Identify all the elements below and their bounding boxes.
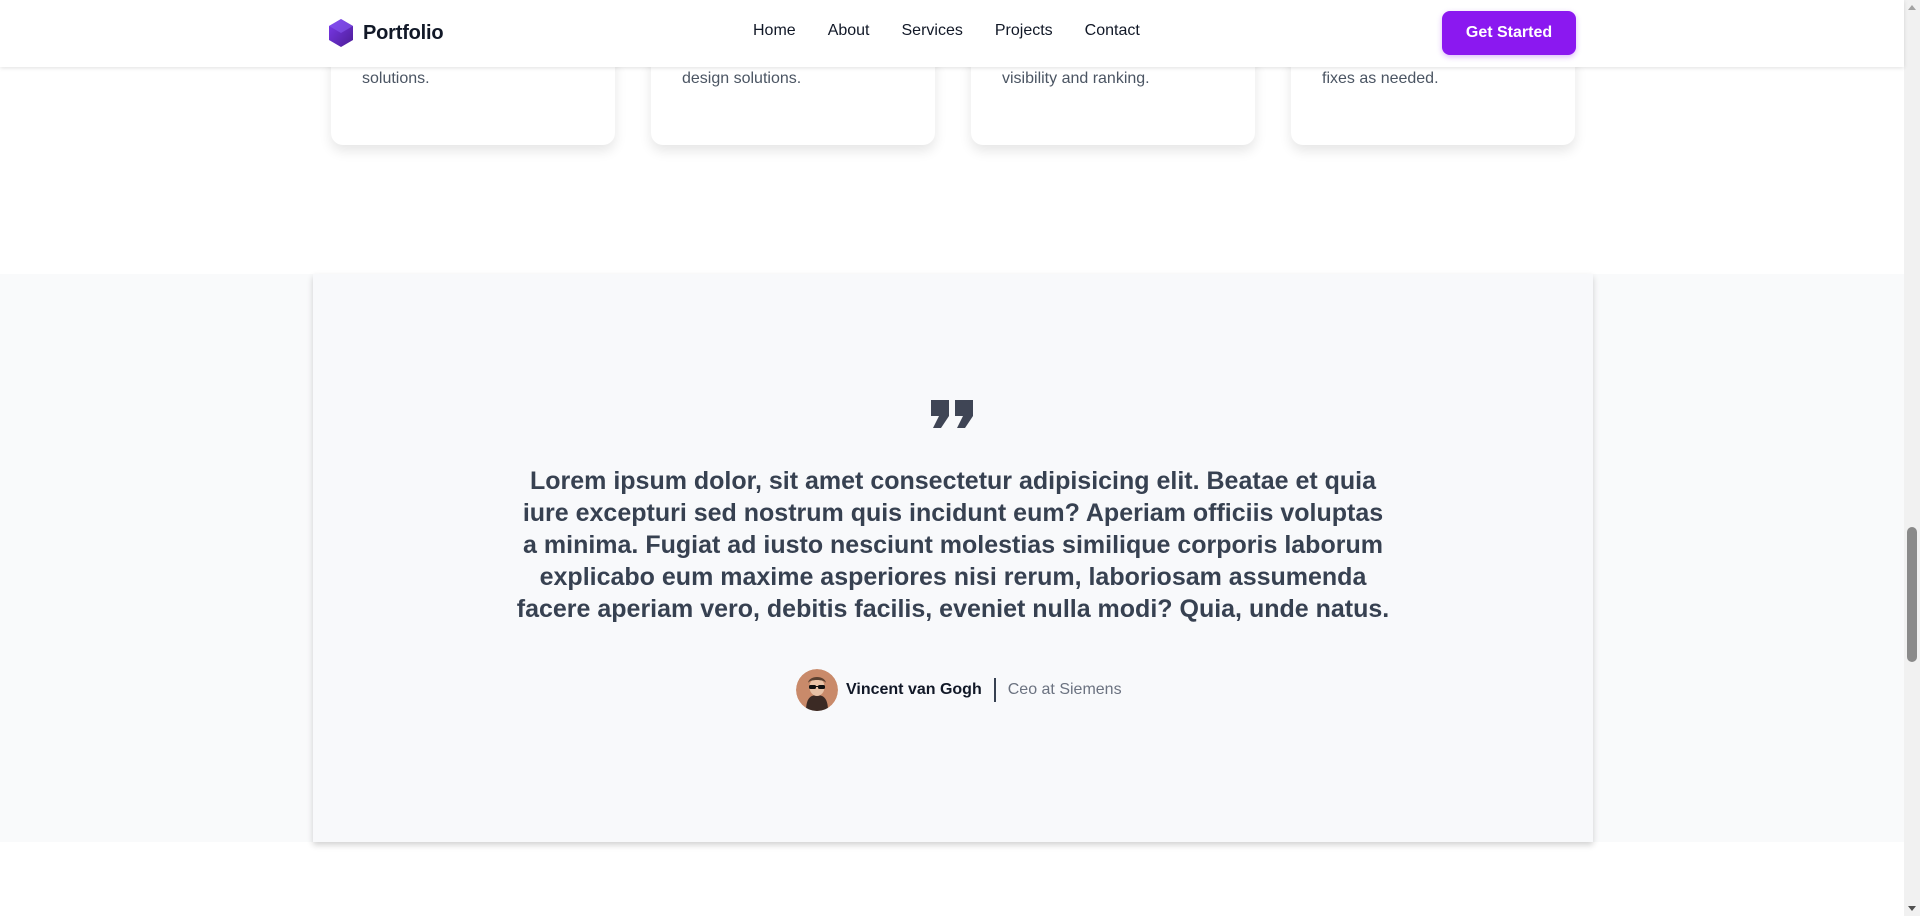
- scroll-down-arrow-icon[interactable]: [1908, 906, 1916, 911]
- quote-icon: [931, 400, 973, 428]
- service-card-text: visibility and ranking.: [1002, 70, 1150, 87]
- navbar: Portfolio Home About Services Projects C…: [0, 0, 1904, 67]
- nav-item-home: Home: [753, 22, 796, 40]
- avatar-icon: [796, 669, 838, 711]
- nav-link-home[interactable]: Home: [753, 22, 796, 39]
- nav-item-projects: Projects: [995, 22, 1053, 40]
- brand-name: Portfolio: [363, 21, 444, 44]
- nav-links: Home About Services Projects Contact: [753, 22, 1140, 40]
- nav-link-projects[interactable]: Projects: [995, 22, 1053, 39]
- service-card-text: fixes as needed.: [1322, 70, 1439, 87]
- scrollbar-thumb[interactable]: [1907, 527, 1917, 662]
- get-started-button[interactable]: Get Started: [1442, 11, 1576, 55]
- testimonial-author: Vincent van Gogh Ceo at Siemens: [796, 669, 1122, 711]
- testimonial-quote: Lorem ipsum dolor, sit amet consectetur …: [516, 467, 1390, 623]
- page-scrollbar[interactable]: [1904, 0, 1920, 916]
- service-card-text: design solutions.: [682, 70, 802, 87]
- author-divider: [993, 678, 996, 702]
- hexagon-logo-icon: [329, 19, 353, 47]
- author-role: Ceo at Siemens: [1007, 681, 1122, 698]
- nav-link-services[interactable]: Services: [902, 22, 963, 39]
- nav-item-services: Services: [902, 22, 963, 40]
- scroll-up-arrow-icon[interactable]: [1908, 5, 1916, 10]
- brand-link[interactable]: Portfolio: [328, 18, 444, 48]
- testimonial-card: Lorem ipsum dolor, sit amet consectetur …: [313, 274, 1593, 842]
- service-card-text: solutions.: [362, 70, 430, 87]
- author-name: Vincent van Gogh: [846, 681, 982, 698]
- nav-item-contact: Contact: [1085, 22, 1140, 40]
- nav-link-contact[interactable]: Contact: [1085, 22, 1140, 39]
- nav-link-about[interactable]: About: [828, 22, 870, 39]
- nav-item-about: About: [828, 22, 870, 40]
